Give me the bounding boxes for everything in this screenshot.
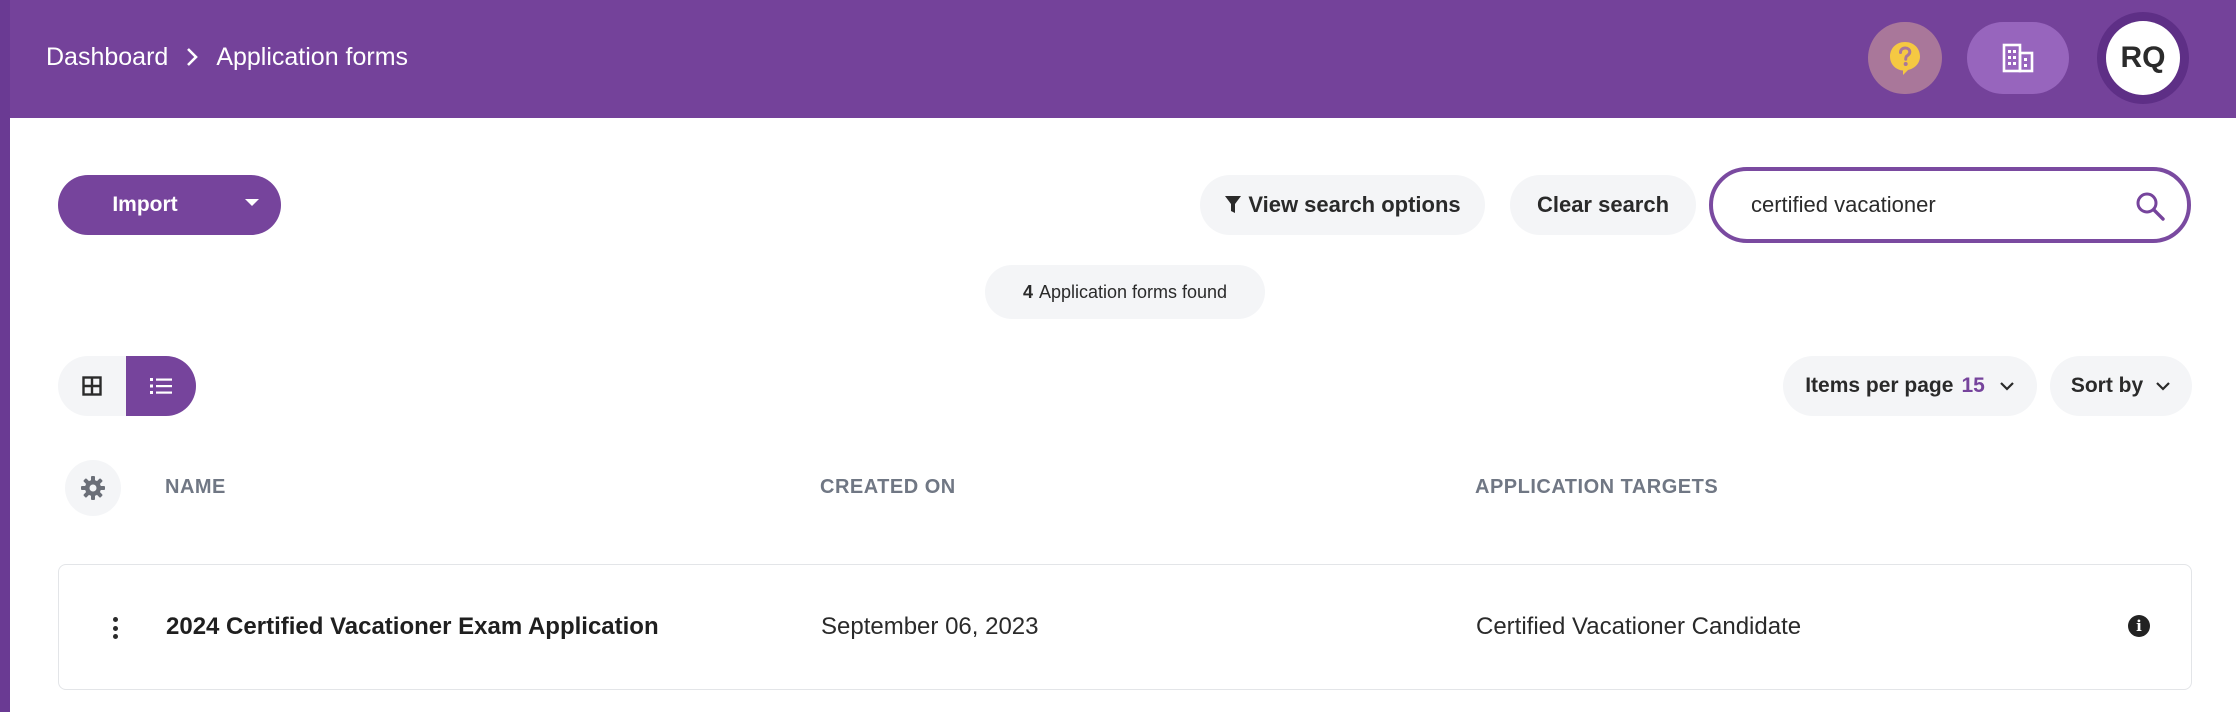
grid-icon <box>82 376 102 396</box>
view-toggle <box>58 356 196 416</box>
clear-search-label: Clear search <box>1536 192 1670 217</box>
items-per-page-value: 15 <box>1961 374 1985 397</box>
column-header-created-on[interactable]: CREATED ON <box>820 476 956 499</box>
row-created-on: September 06, 2023 <box>821 613 1039 640</box>
row-name[interactable]: 2024 Certified Vacationer Exam Applicati… <box>166 613 659 641</box>
breadcrumb-dashboard-link[interactable]: Dashboard <box>46 43 168 72</box>
organization-button[interactable] <box>1967 22 2069 94</box>
chevron-down-icon <box>2000 382 2014 391</box>
list-view-button[interactable] <box>126 356 196 416</box>
import-button-label: Import <box>112 193 178 216</box>
view-search-options-button[interactable]: View search options <box>1200 175 1485 235</box>
view-search-options-label: View search options <box>1248 192 1461 217</box>
import-button[interactable]: Import <box>58 175 281 235</box>
breadcrumb-current-page: Application forms <box>216 42 409 71</box>
row-application-targets: Certified Vacationer Candidate <box>1476 613 1802 640</box>
table-row[interactable]: 2024 Certified Vacationer Exam Applicati… <box>58 564 2192 690</box>
breadcrumb: Dashboard Application forms <box>46 40 408 74</box>
top-bar: Dashboard Application forms RQ <box>10 0 2236 118</box>
filter-icon <box>1225 196 1242 213</box>
items-per-page-select[interactable]: Items per page 15 <box>1783 356 2037 416</box>
column-header-name[interactable]: NAME <box>165 476 226 499</box>
user-avatar[interactable]: RQ <box>2097 12 2189 104</box>
results-count-label: Application forms found <box>1038 281 1228 302</box>
more-vertical-icon[interactable] <box>105 611 125 645</box>
sort-by-label: Sort by <box>2070 374 2144 397</box>
results-count-number: 4 <box>1022 281 1033 302</box>
building-icon <box>2002 43 2034 73</box>
sort-by-select[interactable]: Sort by <box>2050 356 2192 416</box>
column-header-application-targets[interactable]: APPLICATION TARGETS <box>1475 476 1718 499</box>
chevron-right-icon <box>180 45 204 69</box>
list-icon <box>150 378 172 394</box>
clear-search-button[interactable]: Clear search <box>1510 175 1696 235</box>
info-icon[interactable]: i <box>2128 615 2150 637</box>
search-field[interactable] <box>1709 167 2191 243</box>
avatar-initials: RQ <box>2106 21 2180 95</box>
results-count-badge: 4 Application forms found <box>985 265 1265 319</box>
gear-icon <box>81 476 105 500</box>
search-input[interactable] <box>1751 192 2121 218</box>
left-rail <box>0 0 10 712</box>
help-circle-icon <box>1890 42 1920 75</box>
caret-down-icon[interactable] <box>245 199 259 206</box>
search-icon[interactable] <box>2135 191 2165 221</box>
help-button[interactable] <box>1868 22 1942 94</box>
column-settings-button[interactable] <box>65 460 121 516</box>
grid-view-button[interactable] <box>58 356 126 416</box>
chevron-down-icon <box>2156 382 2170 391</box>
items-per-page-label: Items per page <box>1805 374 1954 397</box>
